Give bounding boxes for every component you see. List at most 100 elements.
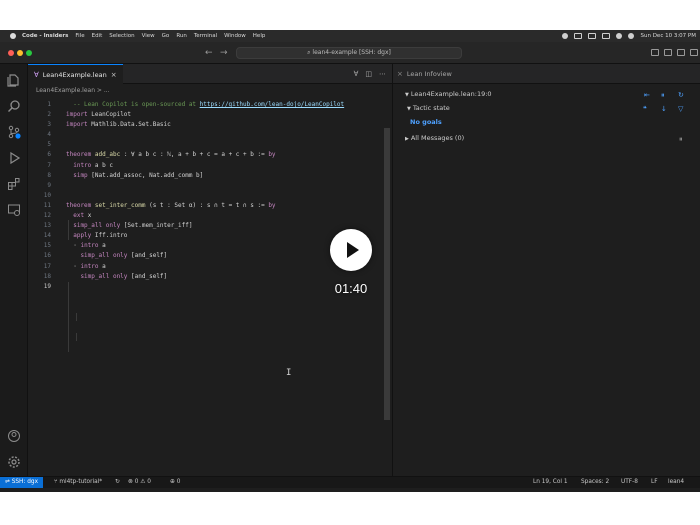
battery-icon[interactable] <box>602 33 611 39</box>
line-number: 2 <box>47 111 51 119</box>
toggle-sidebar-icon[interactable] <box>651 49 659 56</box>
code-line[interactable]: 17 · intro a <box>28 262 384 272</box>
ports-count: 0 <box>176 479 181 485</box>
wifi-icon[interactable] <box>616 33 623 39</box>
lean-infoview-toggle-icon[interactable]: ∀ <box>354 70 359 78</box>
code-text: · intro a <box>66 241 106 251</box>
code-line[interactable]: 10 <box>28 191 384 201</box>
code-token: a <box>102 242 106 250</box>
zoom-window-button[interactable] <box>26 50 32 56</box>
customize-layout-icon[interactable] <box>690 49 698 56</box>
encoding[interactable]: UTF-8 <box>621 477 638 488</box>
problems-indicator[interactable]: ⊗ 0 ⚠ 0 <box>128 477 151 488</box>
code-line[interactable]: 2 import LeanCopilot <box>28 110 384 120</box>
go-to-file-icon[interactable]: ⇤ <box>644 91 650 99</box>
run-debug-icon[interactable] <box>7 150 21 165</box>
mouse-text-cursor: I <box>286 368 292 378</box>
code-line[interactable]: 1 -- Lean Copilot is open-sourced at htt… <box>28 100 384 110</box>
menu-edit[interactable]: Edit <box>92 33 103 39</box>
sync-icon[interactable]: ↻ <box>115 477 120 488</box>
copy-state-icon[interactable]: ❝ <box>643 105 647 113</box>
language-mode[interactable]: lean4 <box>668 477 684 488</box>
video-play-button[interactable] <box>330 229 372 271</box>
cursor-position[interactable]: Ln 19, Col 1 <box>533 477 568 488</box>
close-tab-icon[interactable]: × <box>397 64 403 84</box>
extensions-icon[interactable] <box>7 176 21 190</box>
more-actions-icon[interactable]: ⋯ <box>379 70 386 78</box>
refresh-icon[interactable]: ↻ <box>678 91 684 99</box>
menu-file[interactable]: File <box>75 33 84 39</box>
breadcrumb[interactable]: Lean4Example.lean > ... <box>36 87 110 94</box>
code-line[interactable]: 4 <box>28 130 384 140</box>
close-window-button[interactable] <box>8 50 14 56</box>
status-menu-icon[interactable] <box>588 33 597 39</box>
menu-app-name[interactable]: Code - Insiders <box>22 33 68 39</box>
minimize-window-button[interactable] <box>17 50 23 56</box>
command-center-label: lean4-example [SSH: dgx] <box>312 49 391 56</box>
status-menu-icon[interactable] <box>574 33 583 39</box>
remote-explorer-icon[interactable] <box>7 202 21 216</box>
toggle-secondary-sidebar-icon[interactable] <box>677 49 685 56</box>
code-line[interactable]: 13 simp_all only [Set.mem_inter_iff] <box>28 221 384 231</box>
ports-icon: ⊕ <box>170 479 177 485</box>
ports-indicator[interactable]: ⊕ 0 <box>170 477 180 488</box>
settings-gear-icon[interactable] <box>7 454 21 468</box>
forward-arrow-icon[interactable]: → <box>220 47 228 59</box>
menu-help[interactable]: Help <box>253 33 266 39</box>
branch-indicator[interactable]: ⑂ ml4tp-tutorial* <box>54 477 102 488</box>
split-editor-icon[interactable]: ◫ <box>365 70 372 78</box>
line-number: 4 <box>47 131 51 139</box>
line-number: 16 <box>43 252 51 260</box>
code-area[interactable]: 1 -- Lean Copilot is open-sourced at htt… <box>28 100 384 292</box>
editor-group: ∀ Lean4Example.lean × ∀ ◫ ⋯ Lean4Example… <box>28 64 392 476</box>
code-text: simp_all only [and_self] <box>66 272 167 282</box>
status-menu-icon[interactable] <box>562 33 569 39</box>
toggle-panel-icon[interactable] <box>664 49 672 56</box>
code-link[interactable]: https://github.com/lean-dojo/LeanCopilot <box>200 101 345 108</box>
pause-updating-icon[interactable]: ⏸ <box>661 91 665 99</box>
code-line[interactable]: 9 <box>28 181 384 191</box>
video-timestamp: 01:40 <box>334 281 368 296</box>
menu-terminal[interactable]: Terminal <box>194 33 217 39</box>
code-line[interactable]: 5 <box>28 140 384 150</box>
end-of-line[interactable]: LF <box>651 477 658 488</box>
indentation[interactable]: Spaces: 2 <box>581 477 609 488</box>
menu-window[interactable]: Window <box>224 33 246 39</box>
source-control-icon[interactable] <box>7 124 21 139</box>
remote-indicator[interactable]: ⇌ SSH: dgx <box>0 477 44 488</box>
sort-icon[interactable]: ↓ <box>661 105 667 113</box>
filter-icon[interactable]: ▽ <box>678 105 683 113</box>
account-icon[interactable] <box>7 428 21 442</box>
menu-run[interactable]: Run <box>176 33 187 39</box>
code-line[interactable]: 8 simp [Nat.add_assoc, Nat.add_comm b] <box>28 171 384 181</box>
all-messages-header[interactable]: ▶ All Messages (0) <box>405 134 464 142</box>
menu-go[interactable]: Go <box>162 33 170 39</box>
tab-lean-infoview[interactable]: × Lean Infoview <box>397 64 452 84</box>
code-text: · intro a <box>66 262 106 272</box>
control-center-icon[interactable] <box>628 33 635 39</box>
menu-view[interactable]: View <box>142 33 155 39</box>
code-line[interactable]: 12 ext x <box>28 211 384 221</box>
code-line[interactable]: 7 intro a b c <box>28 161 384 171</box>
tactic-state-header[interactable]: ▼ Tactic state <box>407 104 450 112</box>
code-text: simp [Nat.add_assoc, Nat.add_comm b] <box>66 171 203 181</box>
menu-selection[interactable]: Selection <box>109 33 134 39</box>
explorer-icon[interactable] <box>7 72 21 87</box>
expand-caret-icon: ▼ <box>407 106 411 112</box>
code-line[interactable]: 14 apply Iff.intro <box>28 231 384 241</box>
search-icon[interactable] <box>7 98 21 112</box>
command-center-search[interactable]: ⌕ lean4-example [SSH: dgx] <box>236 47 462 59</box>
tab-lean4example[interactable]: ∀ Lean4Example.lean × <box>28 64 123 84</box>
code-text: import Mathlib.Data.Set.Basic <box>66 120 171 130</box>
code-line[interactable]: 6 theorem add_abc : ∀ a b c : ℕ, a + b + … <box>28 150 384 160</box>
close-tab-icon[interactable]: × <box>111 65 117 85</box>
pause-messages-icon[interactable]: ⏸ <box>679 135 683 143</box>
code-token: simp_all only <box>66 272 132 280</box>
code-line[interactable]: 11 theorem set_inter_comm (s t : Set α) :… <box>28 201 384 211</box>
apple-icon[interactable] <box>10 33 16 39</box>
menu-clock[interactable]: Sun Dec 10 3:07 PM <box>640 33 696 39</box>
back-arrow-icon[interactable]: ← <box>205 47 213 59</box>
code-line[interactable]: 3 import Mathlib.Data.Set.Basic <box>28 120 384 130</box>
infoview-position-header[interactable]: ▼ Lean4Example.lean:19:0 <box>405 90 492 98</box>
editor-vertical-scrollbar[interactable] <box>384 128 390 420</box>
